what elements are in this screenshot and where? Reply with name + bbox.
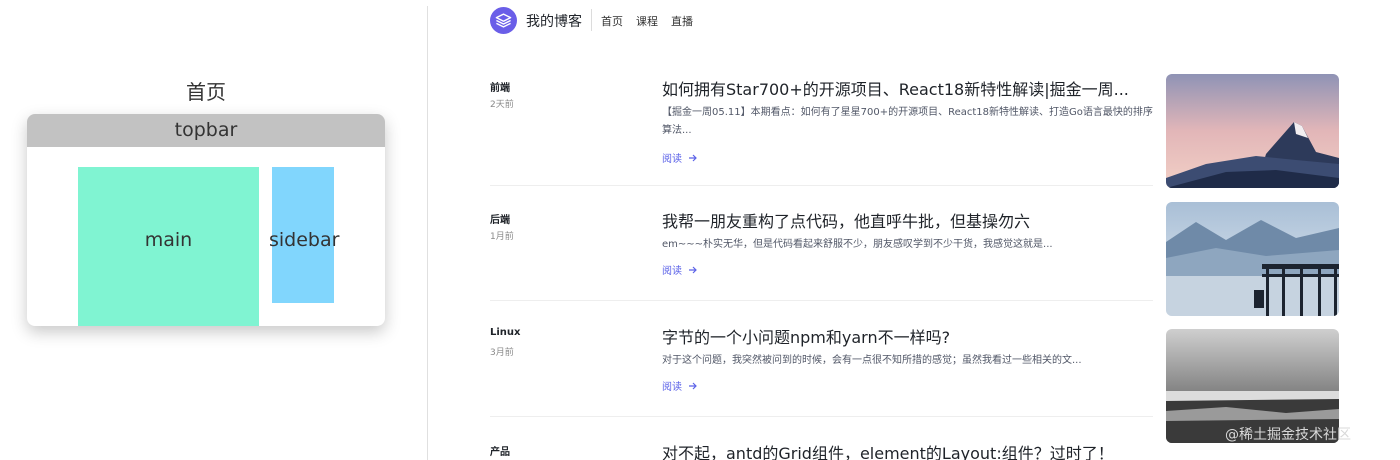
arrow-right-icon: [689, 266, 697, 273]
sidebar-block: sidebar: [269, 167, 339, 303]
topbar-block: topbar: [27, 114, 385, 147]
article-thumbnail[interactable]: [1166, 202, 1339, 316]
row-divider: [490, 300, 1153, 301]
arrow-right-icon: [689, 154, 697, 161]
article-category[interactable]: 产品: [490, 443, 510, 458]
article-thumbnail[interactable]: [1166, 74, 1339, 188]
read-link[interactable]: 阅读: [662, 150, 698, 165]
article-item[interactable]: 产品 对不起，antd的Grid组件，element的Layout:组件？过时了…: [490, 440, 1340, 460]
main-block: main: [78, 167, 259, 326]
main-nav: 首页 课程 直播: [601, 13, 693, 29]
header-separator: [591, 9, 592, 31]
site-name[interactable]: 我的博客: [526, 11, 582, 31]
nav-item-live[interactable]: 直播: [671, 13, 693, 29]
article-title[interactable]: 如何拥有Star700+的开源项目、React18新特性解读|掘金一周...: [662, 76, 1154, 100]
diagram-title: 首页: [186, 80, 226, 104]
article-title[interactable]: 字节的一个小问题npm和yarn不一样吗?: [662, 324, 1154, 348]
vertical-divider: [427, 6, 428, 460]
article-title[interactable]: 我帮一朋友重构了点代码，他直呼牛批，但基操勿六: [662, 208, 1154, 232]
article-summary: 【掘金一周05.11】本期看点：如何有了星星700+的开源项目、React18新…: [662, 107, 1153, 136]
article-item[interactable]: 后端 1月前 我帮一朋友重构了点代码，他直呼牛批，但基操勿六 em~~~朴实无华…: [490, 202, 1340, 324]
article-category[interactable]: Linux: [490, 327, 521, 338]
logo-icon[interactable]: [490, 7, 517, 34]
article-summary: em~~~朴实无华，但是代码看起来舒服不少，朋友感叹学到不少干货，我感觉这就是.…: [662, 239, 1053, 250]
article-time: 2天前: [490, 100, 514, 110]
article-item[interactable]: 前端 2天前 如何拥有Star700+的开源项目、React18新特性解读|掘金…: [490, 74, 1340, 192]
article-category[interactable]: 后端: [490, 211, 510, 226]
nav-item-courses[interactable]: 课程: [636, 13, 658, 29]
article-time: 1月前: [490, 232, 514, 242]
layout-wireframe: topbar main sidebar: [27, 114, 385, 326]
read-link[interactable]: 阅读: [662, 262, 698, 277]
read-label: 阅读: [662, 154, 682, 165]
article-time: 3月前: [490, 348, 514, 358]
nav-item-home[interactable]: 首页: [601, 13, 623, 29]
arrow-right-icon: [689, 382, 697, 389]
read-link[interactable]: 阅读: [662, 378, 698, 393]
row-divider: [490, 416, 1153, 417]
read-label: 阅读: [662, 382, 682, 393]
article-category[interactable]: 前端: [490, 79, 510, 94]
row-divider: [490, 185, 1153, 186]
article-title[interactable]: 对不起，antd的Grid组件，element的Layout:组件？过时了！: [662, 440, 1154, 460]
watermark: @稀土掘金技术社区: [1225, 427, 1351, 443]
read-label: 阅读: [662, 266, 682, 277]
article-item[interactable]: Linux 3月前 字节的一个小问题npm和yarn不一样吗? 对于这个问题，我…: [490, 324, 1340, 443]
article-summary: 对于这个问题，我突然被问到的时候，会有一点很不知所措的感觉；虽然我看过一些相关的…: [662, 355, 1082, 366]
